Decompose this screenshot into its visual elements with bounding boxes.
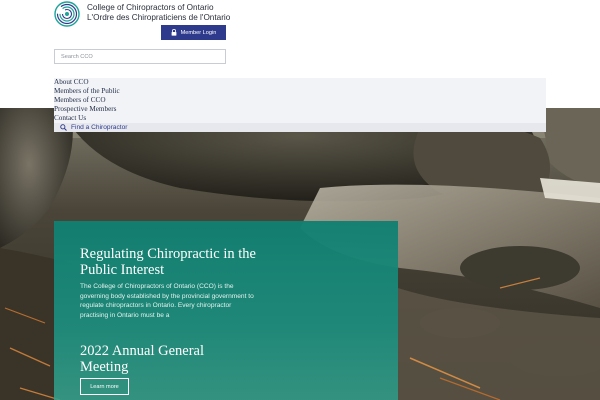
org-name-french: L'Ordre des Chiropraticiens de l'Ontario xyxy=(87,13,231,22)
org-name[interactable]: College of Chiropractors of Ontario L'Or… xyxy=(87,3,230,23)
main-nav: About CCO Members of the Public Members … xyxy=(54,78,546,132)
hero-title: Regulating Chiropractic in the Public In… xyxy=(80,246,256,278)
cco-logo-icon[interactable] xyxy=(54,1,80,27)
member-login-label: Member Login xyxy=(180,29,217,36)
nav-item-members-of-cco[interactable]: Members of CCO xyxy=(54,96,106,105)
nav-item-contact-us[interactable]: Contact Us xyxy=(54,114,86,123)
find-a-chiropractor-link[interactable]: Find a Chiropractor xyxy=(54,123,546,132)
nav-item-members-of-the-public[interactable]: Members of the Public xyxy=(54,87,120,96)
org-name-english: College of Chiropractors of Ontario xyxy=(87,3,214,12)
lock-icon xyxy=(171,29,177,36)
hero-card: Regulating Chiropractic in the Public In… xyxy=(54,221,398,400)
agm-title: 2022 Annual General Meeting xyxy=(80,343,205,375)
nav-item-about-cco[interactable]: About CCO xyxy=(54,78,89,87)
member-login-button[interactable]: Member Login xyxy=(161,25,226,40)
hero-body: The College of Chiropractors of Ontario … xyxy=(80,283,254,319)
learn-more-button[interactable]: Learn more xyxy=(80,378,129,395)
find-a-chiropractor-label: Find a Chiropractor xyxy=(71,124,128,131)
search-icon xyxy=(60,124,67,131)
nav-item-prospective-members[interactable]: Prospective Members xyxy=(54,105,116,114)
search-input[interactable] xyxy=(54,49,226,64)
